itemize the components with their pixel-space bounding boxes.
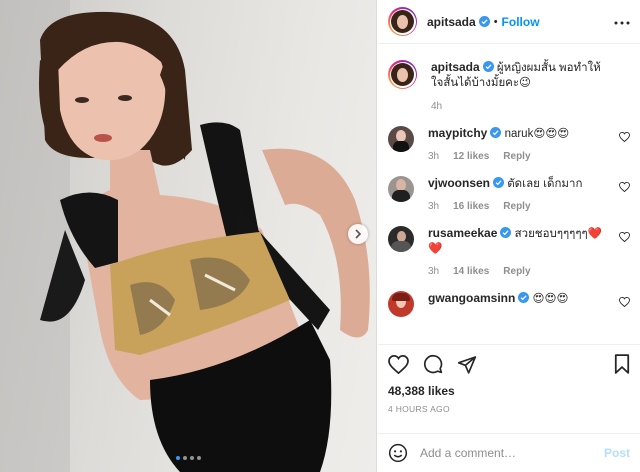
comment-text: ตัดเลย เด็กมาก [507, 178, 583, 190]
comment-item: gwangoamsinn 😍😍😍 [388, 291, 630, 317]
comment-time: 3h [428, 201, 440, 212]
commenter-username[interactable]: vjwoonsen [428, 176, 490, 190]
post-comment-button[interactable]: Post [604, 446, 630, 460]
author-avatar[interactable] [388, 7, 417, 36]
comment-likes[interactable]: 16 likes [453, 201, 489, 212]
caption: apitsada ผู้หญิงผมสั้น พอทำให้ใจสั้นได้บ… [388, 60, 630, 112]
like-comment-heart-icon[interactable] [619, 296, 630, 310]
like-comment-heart-icon[interactable] [619, 181, 630, 195]
commenter-username[interactable]: rusameekae [428, 226, 497, 240]
comment-likes[interactable]: 12 likes [453, 151, 489, 162]
next-photo-button[interactable] [348, 224, 368, 244]
post-sidebar: apitsada • Follow apitsada ผู้หญิงผมสั้น… [378, 0, 640, 472]
comment-time: 3h [428, 266, 440, 277]
comment-item: vjwoonsen ตัดเลย เด็กมาก 3h 16 likes Rep… [388, 176, 630, 212]
comment-likes[interactable]: 14 likes [453, 266, 489, 277]
carousel-dot [197, 456, 201, 460]
commenter-avatar[interactable] [388, 126, 414, 152]
comment-item: rusameekae สวยชอบๆๆๆๆๆ❤️❤️ 3h 14 likes R… [388, 226, 630, 277]
post-timestamp: 4 HOURS AGO [388, 404, 450, 414]
follow-button[interactable]: Follow [502, 15, 540, 29]
reply-button[interactable]: Reply [503, 201, 530, 212]
verified-badge-icon [482, 61, 494, 72]
comment-item: maypitchy naruk😍😍😍 3h 12 likes Reply [388, 126, 630, 162]
share-icon[interactable] [457, 355, 477, 374]
bookmark-icon[interactable] [614, 354, 630, 374]
caption-username[interactable]: apitsada [431, 60, 480, 74]
add-comment-bar: Post [378, 433, 640, 472]
photo-image [0, 0, 370, 472]
commenter-avatar[interactable] [388, 176, 414, 202]
like-comment-heart-icon[interactable] [619, 131, 630, 145]
post-actions: 48,388 likes 4 HOURS AGO [378, 344, 640, 414]
comment-text: naruk😍😍😍 [504, 128, 570, 140]
commenter-avatar[interactable] [388, 291, 414, 317]
comment-text: 😍😍😍 [532, 293, 569, 305]
reply-button[interactable]: Reply [503, 266, 530, 277]
verified-badge-icon [518, 292, 530, 303]
heart-icon[interactable] [388, 354, 409, 374]
carousel-dot [183, 456, 187, 460]
likes-count[interactable]: 48,388 likes [388, 384, 630, 398]
comment-time: 3h [428, 151, 440, 162]
header-separator: • [493, 15, 498, 28]
caption-time: 4h [431, 101, 443, 112]
verified-badge-icon [490, 127, 502, 138]
more-options-icon[interactable] [614, 16, 630, 28]
comment-icon[interactable] [423, 354, 443, 374]
verified-badge-icon [500, 227, 512, 238]
chevron-right-icon [355, 229, 362, 239]
author-username[interactable]: apitsada [427, 15, 476, 29]
reply-button[interactable]: Reply [503, 151, 530, 162]
commenter-username[interactable]: gwangoamsinn [428, 291, 515, 305]
carousel-dot [176, 456, 180, 460]
caption-avatar[interactable] [388, 60, 417, 89]
carousel-dot [190, 456, 194, 460]
comments-list[interactable]: apitsada ผู้หญิงผมสั้น พอทำให้ใจสั้นได้บ… [378, 44, 640, 344]
post-header: apitsada • Follow [378, 0, 640, 44]
verified-badge-icon [478, 16, 490, 27]
like-comment-heart-icon[interactable] [619, 231, 630, 245]
commenter-username[interactable]: maypitchy [428, 126, 487, 140]
comment-input[interactable] [420, 446, 604, 460]
post-photo[interactable] [0, 0, 377, 472]
emoji-icon[interactable] [388, 443, 408, 463]
verified-badge-icon [493, 177, 505, 188]
carousel-indicator [0, 456, 376, 460]
commenter-avatar[interactable] [388, 226, 414, 252]
